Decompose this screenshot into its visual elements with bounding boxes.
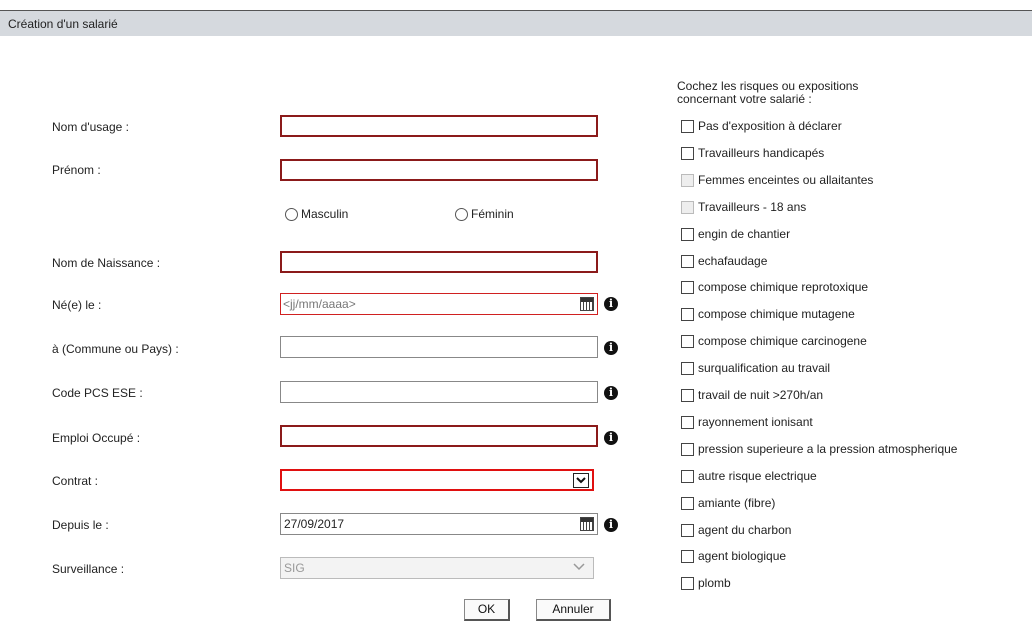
risk-label: autre risque electrique — [698, 469, 817, 483]
contrat-select[interactable] — [280, 469, 594, 491]
surveillance-value: SIG — [284, 561, 305, 575]
nom-naissance-input[interactable] — [280, 251, 598, 273]
depuis-value: 27/09/2017 — [284, 517, 345, 531]
radio-circle-icon — [285, 207, 298, 221]
ne-le-input[interactable]: <jj/mm/aaaa> — [280, 293, 598, 315]
risk-label: rayonnement ionisant — [698, 415, 813, 429]
risk-label: compose chimique reprotoxique — [698, 280, 869, 294]
dropdown-button[interactable] — [573, 473, 589, 488]
emploi-label: Emploi Occupé : — [52, 431, 141, 445]
risk-label: agent du charbon — [698, 523, 792, 537]
radio-masculin[interactable]: Masculin — [285, 207, 348, 221]
risk-checkbox[interactable]: engin de chantier — [681, 227, 790, 241]
risk-label: Femmes enceintes ou allaitantes — [698, 173, 874, 187]
risk-label: echafaudage — [698, 254, 768, 268]
nom-usage-input[interactable] — [280, 115, 598, 137]
prenom-label: Prénom : — [52, 163, 101, 177]
risk-label: Travailleurs - 18 ans — [698, 200, 807, 214]
risk-checkbox[interactable]: surqualification au travail — [681, 361, 830, 375]
radio-feminin-label: Féminin — [471, 207, 514, 221]
checkbox-icon — [681, 388, 694, 402]
risk-checkbox: Femmes enceintes ou allaitantes — [681, 173, 873, 187]
cancel-button[interactable]: Annuler — [536, 599, 611, 621]
risk-label: compose chimique mutagene — [698, 307, 855, 321]
depuis-label: Depuis le : — [52, 518, 109, 532]
risk-label: amiante (fibre) — [698, 496, 776, 510]
risk-checkbox[interactable]: rayonnement ionisant — [681, 415, 813, 429]
calendar-icon[interactable] — [580, 297, 594, 311]
risk-label: travail de nuit >270h/an — [698, 388, 824, 402]
window-title: Création d'un salarié — [8, 17, 118, 31]
checkbox-icon — [681, 307, 694, 321]
risk-checkbox[interactable]: plomb — [681, 576, 731, 590]
code-pcs-label: Code PCS ESE : — [52, 386, 143, 400]
risk-checkbox[interactable]: compose chimique carcinogene — [681, 334, 867, 348]
risk-checkbox[interactable]: autre risque electrique — [681, 469, 817, 483]
depuis-input[interactable]: 27/09/2017 — [280, 513, 598, 535]
checkbox-icon — [681, 173, 694, 187]
risk-checkbox[interactable]: pression superieure a la pression atmosp… — [681, 442, 957, 456]
risk-label: agent biologique — [698, 549, 787, 563]
checkbox-icon — [681, 254, 694, 268]
chevron-down-icon — [573, 563, 585, 571]
risk-label: engin de chantier — [698, 227, 791, 241]
nom-naissance-label: Nom de Naissance : — [52, 256, 161, 270]
commune-label: à (Commune ou Pays) : — [52, 342, 179, 356]
code-pcs-input[interactable] — [280, 381, 598, 403]
checkbox-icon — [681, 119, 694, 133]
risks-intro: Cochez les risques ou expositions concer… — [677, 79, 859, 106]
checkbox-icon — [681, 227, 694, 241]
risk-checkbox[interactable]: compose chimique mutagene — [681, 307, 855, 321]
checkbox-icon — [681, 280, 694, 294]
info-icon[interactable]: i — [604, 386, 618, 400]
risk-label: surqualification au travail — [698, 361, 831, 375]
commune-input[interactable] — [280, 336, 598, 358]
risk-checkbox[interactable]: Pas d'exposition à déclarer — [681, 119, 842, 133]
risk-label: plomb — [698, 576, 731, 590]
checkbox-icon — [681, 576, 694, 590]
risk-checkbox[interactable]: amiante (fibre) — [681, 496, 775, 510]
checkbox-icon — [681, 523, 694, 537]
risk-label: Travailleurs handicapés — [698, 146, 825, 160]
checkbox-icon — [681, 496, 694, 510]
checkbox-icon — [681, 442, 694, 456]
risk-checkbox[interactable]: compose chimique reprotoxique — [681, 280, 868, 294]
calendar-icon[interactable] — [580, 517, 594, 531]
checkbox-icon — [681, 415, 694, 429]
risk-checkbox[interactable]: agent biologique — [681, 549, 786, 563]
risk-label: Pas d'exposition à déclarer — [698, 119, 842, 133]
checkbox-icon — [681, 549, 694, 563]
risk-label: compose chimique carcinogene — [698, 334, 867, 348]
ne-le-placeholder: <jj/mm/aaaa> — [283, 297, 356, 311]
radio-masculin-label: Masculin — [301, 207, 349, 221]
risk-checkbox[interactable]: Travailleurs handicapés — [681, 146, 824, 160]
checkbox-icon — [681, 146, 694, 160]
risk-checkbox[interactable]: agent du charbon — [681, 523, 791, 537]
checkbox-icon — [681, 334, 694, 348]
checkbox-icon — [681, 469, 694, 483]
ne-le-label: Né(e) le : — [52, 298, 102, 312]
info-icon[interactable]: i — [604, 431, 618, 445]
risk-checkbox[interactable]: echafaudage — [681, 254, 767, 268]
info-icon[interactable]: i — [604, 297, 618, 311]
prenom-input[interactable] — [280, 159, 598, 181]
surveillance-select: SIG — [280, 557, 594, 579]
checkbox-icon — [681, 200, 694, 214]
nom-usage-label: Nom d'usage : — [52, 120, 129, 134]
risk-label: pression superieure a la pression atmosp… — [698, 442, 958, 456]
risk-checkbox: Travailleurs - 18 ans — [681, 200, 806, 214]
title-bar: Création d'un salarié — [0, 10, 1032, 36]
risk-checkbox[interactable]: travail de nuit >270h/an — [681, 388, 823, 402]
radio-feminin[interactable]: Féminin — [455, 207, 514, 221]
checkbox-icon — [681, 361, 694, 375]
chevron-down-icon — [576, 477, 586, 484]
emploi-input[interactable] — [280, 425, 598, 447]
info-icon[interactable]: i — [604, 518, 618, 532]
surveillance-label: Surveillance : — [52, 562, 125, 576]
contrat-label: Contrat : — [52, 474, 99, 488]
ok-button[interactable]: OK — [464, 599, 510, 621]
radio-circle-icon — [455, 207, 468, 221]
info-icon[interactable]: i — [604, 341, 618, 355]
